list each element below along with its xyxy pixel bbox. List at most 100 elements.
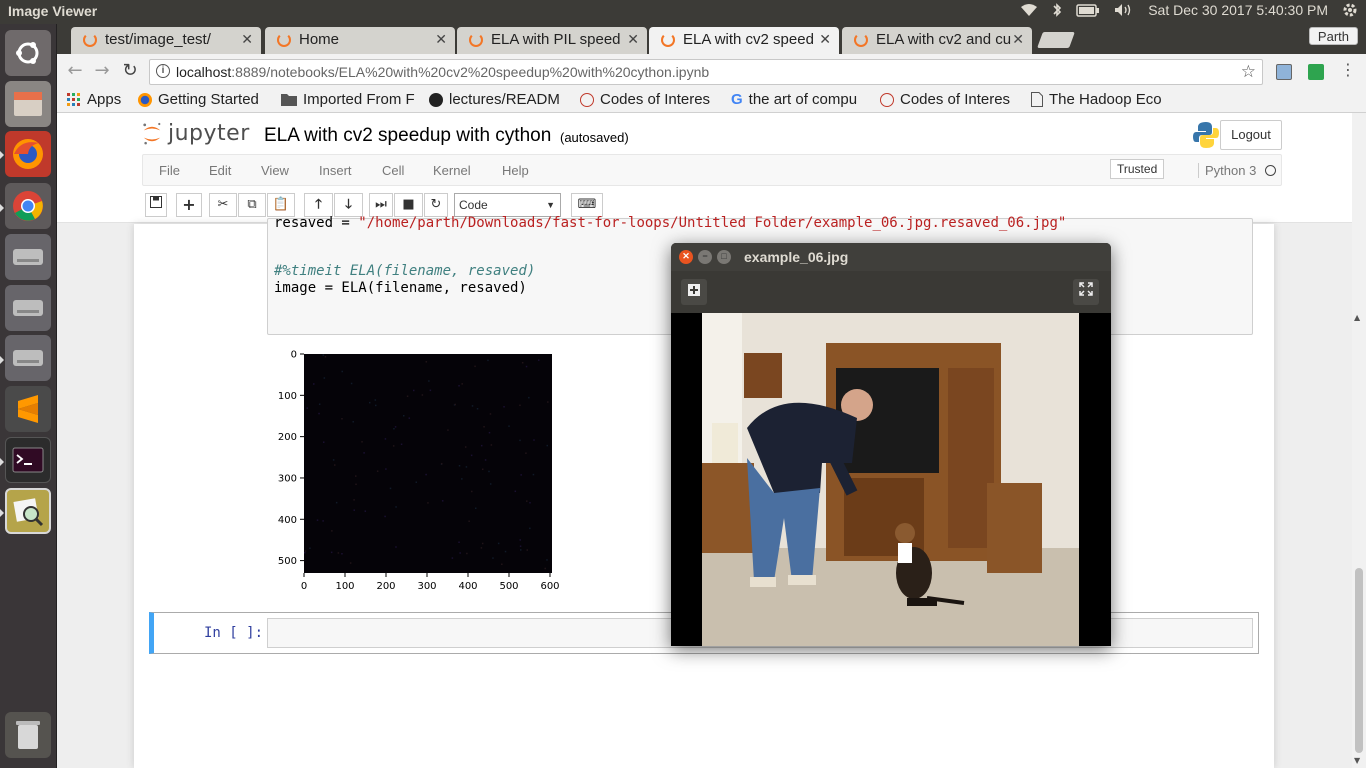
close-icon[interactable]: ✕ [435, 27, 447, 52]
heatmap-noise [304, 551, 306, 554]
image-viewer-icon[interactable] [5, 488, 51, 534]
scroll-thumb[interactable] [1355, 568, 1363, 753]
close-icon[interactable]: ✕ [1012, 27, 1024, 52]
terminal-icon[interactable] [5, 437, 51, 483]
heatmap-noise [520, 474, 522, 476]
trusted-badge[interactable]: Trusted [1110, 159, 1165, 179]
bookmark-codes-of-interest[interactable]: Codes of Interes [580, 91, 718, 108]
cut-icon[interactable]: ✂ [209, 193, 237, 217]
firefox-icon[interactable] [5, 131, 51, 177]
trash-icon[interactable] [5, 712, 51, 758]
heatmap-noise [352, 421, 354, 423]
forward-arrow-icon[interactable]: → [91, 60, 113, 81]
cell-type-select[interactable]: Code ▼ [454, 193, 561, 217]
menu-edit[interactable]: Edit [209, 163, 231, 178]
close-icon[interactable]: ✕ [819, 27, 831, 52]
tab-test-image[interactable]: test/image_test/ ✕ [71, 27, 261, 54]
menu-view[interactable]: View [261, 163, 289, 178]
scroll-down-icon[interactable]: ▼ [1354, 756, 1360, 765]
bookmark-star-icon[interactable]: ☆ [1241, 60, 1256, 84]
back-arrow-icon[interactable]: ← [64, 60, 86, 81]
new-tab-button[interactable] [1037, 32, 1075, 48]
keyboard-icon[interactable]: ⌨ [571, 193, 603, 217]
gear-icon[interactable] [1342, 2, 1358, 18]
bookmark-codes-of-interest-2[interactable]: Codes of Interes [880, 91, 1017, 108]
copy-icon[interactable]: ⧉ [238, 193, 266, 217]
bluetooth-icon[interactable] [1052, 2, 1062, 18]
photo-man-with-dog [702, 313, 1079, 646]
menu-dots-icon[interactable]: ⋮ [1337, 60, 1359, 79]
volume-icon[interactable] [1114, 3, 1134, 17]
stop-icon[interactable]: ■ [394, 193, 423, 217]
minimize-window-icon[interactable]: − [698, 250, 712, 264]
sublime-text-icon[interactable] [5, 386, 51, 432]
close-icon[interactable]: ✕ [241, 27, 253, 52]
maximize-window-icon[interactable]: □ [717, 250, 731, 264]
bookmark-imported[interactable]: Imported From F [281, 91, 417, 108]
bookmark-hadoop[interactable]: The Hadoop Eco [1031, 91, 1167, 108]
logout-button[interactable]: Logout [1220, 120, 1282, 150]
fullscreen-icon[interactable] [1073, 279, 1099, 305]
extension-check-icon[interactable] [1308, 64, 1324, 80]
bookmark-getting-started[interactable]: Getting Started [138, 91, 268, 108]
heatmap-noise [465, 466, 468, 468]
app-title: Image Viewer [8, 3, 98, 19]
drive-icon[interactable] [5, 234, 51, 280]
heatmap-noise [392, 445, 395, 447]
add-cell-icon[interactable]: + [176, 193, 202, 217]
ubuntu-dash-icon[interactable] [5, 30, 51, 76]
kernel-name[interactable]: Python 3 [1198, 163, 1256, 178]
scroll-up-icon[interactable]: ▲ [1354, 313, 1360, 322]
chrome-icon[interactable] [5, 183, 51, 229]
run-cell-icon[interactable]: ⏭ [369, 193, 393, 217]
save-icon[interactable] [145, 193, 167, 217]
page-scrollbar[interactable]: ▲ ▼ [1352, 113, 1366, 768]
jupyter-logo[interactable]: jupyter [142, 121, 250, 146]
menu-file[interactable]: File [159, 163, 180, 178]
battery-icon[interactable] [1076, 3, 1100, 17]
tab-ela-cv2-cu[interactable]: ELA with cv2 and cu ✕ [842, 27, 1032, 54]
heatmap-noise [464, 446, 467, 448]
gallery-add-icon[interactable] [681, 279, 707, 305]
drive-icon[interactable] [5, 285, 51, 331]
close-icon[interactable]: ✕ [627, 27, 639, 52]
menu-kernel[interactable]: Kernel [433, 163, 471, 178]
heatmap-noise [529, 527, 531, 530]
paste-icon[interactable]: 📋 [267, 193, 295, 217]
menu-help[interactable]: Help [502, 163, 529, 178]
heatmap-noise [458, 541, 460, 544]
heatmap-noise [349, 562, 352, 564]
reload-icon[interactable]: ↻ [119, 60, 141, 81]
heatmap-noise [458, 464, 461, 467]
clock[interactable]: Sat Dec 30 2017 5:40:30 PM [1148, 2, 1328, 18]
bookmark-art-of-computing[interactable]: G the art of compu [731, 91, 869, 108]
y-tick-label: 400 [278, 515, 297, 526]
heatmap-noise [427, 502, 429, 504]
profile-button[interactable]: Parth [1308, 27, 1358, 45]
heatmap-noise [474, 507, 477, 510]
viewer-titlebar[interactable]: ✕ − □ example_06.jpg [671, 243, 1111, 271]
move-down-icon[interactable]: 🡓 [334, 193, 363, 217]
wifi-icon[interactable] [1020, 3, 1038, 17]
notebook-title[interactable]: ELA with cv2 speedup with cython [264, 125, 551, 147]
extension-image-icon[interactable] [1276, 64, 1292, 80]
python-logo-icon [1193, 122, 1219, 148]
heatmap-noise [489, 483, 492, 485]
tab-ela-cv2-active[interactable]: ELA with cv2 speed ✕ [649, 27, 839, 54]
url-path: :8889/notebooks/ELA%20with%20cv2%20speed… [231, 64, 710, 80]
bookmark-apps[interactable]: Apps [67, 91, 121, 108]
heatmap-noise [384, 438, 387, 440]
files-icon[interactable] [5, 81, 51, 127]
info-icon[interactable]: i [156, 64, 170, 78]
address-bar[interactable]: i localhost:8889/notebooks/ELA%20with%20… [149, 59, 1263, 85]
tab-home[interactable]: Home ✕ [265, 27, 455, 54]
restart-icon[interactable]: ↻ [424, 193, 448, 217]
menu-cell[interactable]: Cell [382, 163, 404, 178]
tab-ela-pil[interactable]: ELA with PIL speed ✕ [457, 27, 647, 54]
y-axis: 0 100 200 300 400 500 [278, 350, 304, 567]
close-window-icon[interactable]: ✕ [679, 250, 693, 264]
bookmark-lectures[interactable]: lectures/READM [429, 91, 567, 108]
menu-insert[interactable]: Insert [319, 163, 352, 178]
move-up-icon[interactable]: 🡑 [304, 193, 333, 217]
drive-icon[interactable] [5, 335, 51, 381]
